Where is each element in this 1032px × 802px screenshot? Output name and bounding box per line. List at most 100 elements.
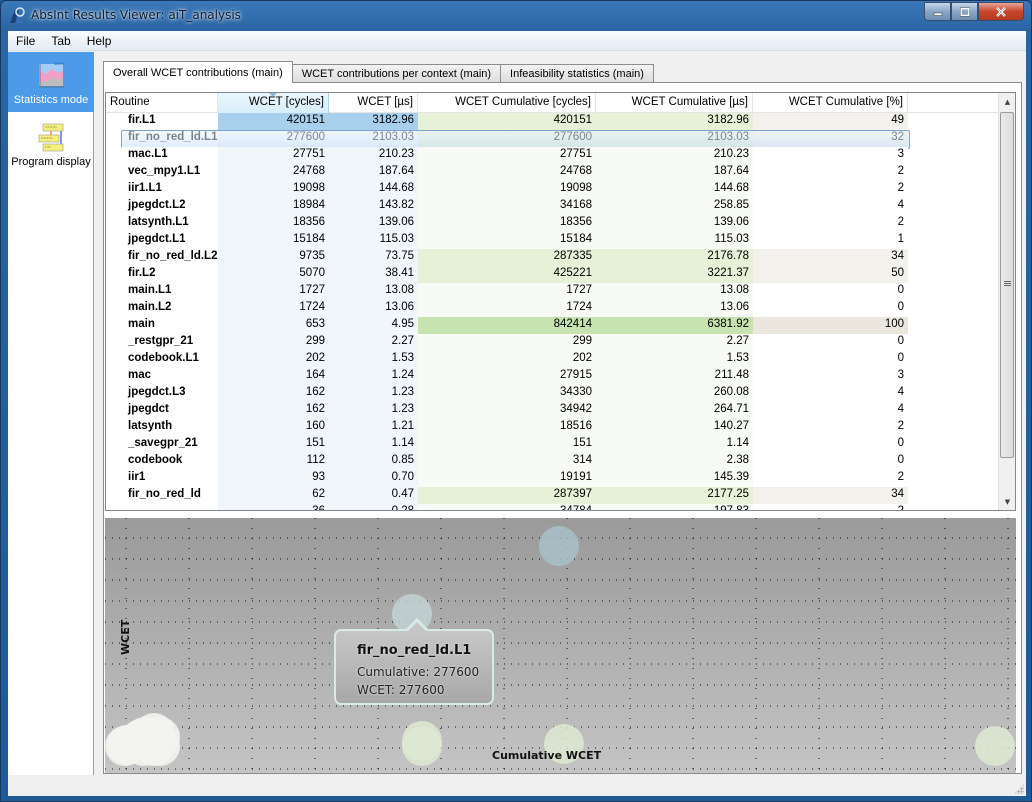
cum-pct-cell: 34 bbox=[753, 487, 908, 504]
menu-file[interactable]: File bbox=[8, 34, 43, 48]
filler-cell bbox=[908, 300, 999, 317]
routine-cell: codebook bbox=[106, 453, 218, 470]
table-row[interactable]: main.L1 1727 13.08 1727 13.08 0 bbox=[106, 283, 999, 300]
cum-us-cell: 258.85 bbox=[596, 198, 753, 215]
table-row[interactable]: jpegdct.L1 15184 115.03 15184 115.03 1 bbox=[106, 232, 999, 249]
wcet-cycles-cell: 162 bbox=[218, 402, 329, 419]
title-bar[interactable]: AbsInt Results Viewer: aiT_analysis bbox=[1, 1, 1031, 31]
scroll-up-button[interactable]: ▲ bbox=[999, 93, 1015, 110]
column-header-wcet-cumulative-cycles[interactable]: WCET Cumulative [cycles] bbox=[418, 93, 596, 113]
table-row[interactable]: mac.L1 27751 210.23 27751 210.23 3 bbox=[106, 147, 999, 164]
cum-cycles-cell: 842414 bbox=[418, 317, 596, 334]
routine-cell: jpegdct.L1 bbox=[106, 232, 218, 249]
table-row[interactable]: jpegdct 162 1.23 34942 264.71 4 bbox=[106, 402, 999, 419]
cum-us-cell: 115.03 bbox=[596, 232, 753, 249]
table-row[interactable]: fir_no_red_ld.L1 277600 2103.03 277600 2103.… bbox=[106, 130, 999, 149]
table-row[interactable]: iir1.L1 19098 144.68 19098 144.68 2 bbox=[106, 181, 999, 198]
cum-us-cell: 2.38 bbox=[596, 453, 753, 470]
column-header-label: WCET [cycles] bbox=[248, 96, 324, 108]
menu-help[interactable]: Help bbox=[79, 34, 120, 48]
sidebar-label: Program display bbox=[11, 156, 91, 168]
cum-pct-cell: 2 bbox=[753, 470, 908, 487]
table-row[interactable]: iir1 93 0.70 19191 145.39 2 bbox=[106, 470, 999, 487]
resize-grip-icon[interactable] bbox=[1014, 784, 1024, 794]
routine-cell: iir1.L1 bbox=[106, 181, 218, 198]
table-row[interactable]: main.L2 1724 13.06 1724 13.06 0 bbox=[106, 300, 999, 317]
routine-cell: fir_no_red_ld.L1 bbox=[106, 130, 218, 147]
cum-pct-cell: 34 bbox=[753, 249, 908, 266]
wcet-cycles-cell: 1724 bbox=[218, 300, 329, 317]
bubble-point[interactable] bbox=[539, 526, 579, 566]
cum-pct-cell: 2 bbox=[753, 164, 908, 181]
column-header-wcet-cumulative-percent[interactable]: WCET Cumulative [%] bbox=[753, 93, 908, 113]
table-row[interactable]: jpegdct.L2 18984 143.82 34168 258.85 4 bbox=[106, 198, 999, 215]
cum-cycles-cell: 18516 bbox=[418, 419, 596, 436]
table-row[interactable]: mac 164 1.24 27915 211.48 3 bbox=[106, 368, 999, 385]
table-row[interactable]: fir_no_red_ld 62 0.47 287397 2177.25 34 bbox=[106, 487, 999, 504]
cum-pct-cell: 2 bbox=[753, 419, 908, 436]
column-header-routine[interactable]: Routine bbox=[106, 93, 218, 113]
close-button[interactable] bbox=[978, 2, 1024, 21]
table-vertical-scrollbar[interactable]: ▲ ▼ bbox=[998, 93, 1015, 510]
cum-cycles-cell: 19191 bbox=[418, 470, 596, 487]
cum-pct-cell: 4 bbox=[753, 402, 908, 419]
tab-wcet-contributions-per-context[interactable]: WCET contributions per context (main) bbox=[291, 64, 502, 83]
table-row[interactable]: _savegpr_21 151 1.14 151 1.14 0 bbox=[106, 436, 999, 453]
wcet-cycles-cell: 24768 bbox=[218, 164, 329, 181]
table-row[interactable]: fir.L1 420151 3182.96 420151 3182.96 49 bbox=[106, 113, 999, 130]
wcet-us-cell: 2.27 bbox=[329, 334, 418, 351]
table-row[interactable]: codebook 112 0.85 314 2.38 0 bbox=[106, 453, 999, 470]
wcet-us-cell: 1.21 bbox=[329, 419, 418, 436]
table-row[interactable]: _restgpr_21 299 2.27 299 2.27 0 bbox=[106, 334, 999, 351]
minimize-button[interactable] bbox=[924, 2, 951, 21]
column-header-wcet-us[interactable]: WCET [µs] bbox=[329, 93, 418, 113]
cum-us-cell: 13.08 bbox=[596, 283, 753, 300]
maximize-button[interactable] bbox=[951, 2, 978, 21]
bubble-point[interactable] bbox=[402, 726, 442, 766]
column-header-wcet-cycles[interactable]: WCET [cycles] bbox=[218, 93, 329, 113]
sidebar-item-program-display[interactable]: Program display bbox=[8, 114, 94, 174]
table-row[interactable]: jpegdct.L3 162 1.23 34330 260.08 4 bbox=[106, 385, 999, 402]
bubble-point[interactable] bbox=[975, 726, 1015, 766]
routine-cell: jpegdct bbox=[106, 402, 218, 419]
cum-pct-cell: 0 bbox=[753, 453, 908, 470]
wcet-us-cell: 2103.03 bbox=[329, 130, 418, 147]
sidebar-item-statistics-mode[interactable]: 100% Statistics mode bbox=[8, 52, 94, 112]
cum-pct-cell: 50 bbox=[753, 266, 908, 283]
table-row[interactable]: latsynth 160 1.21 18516 140.27 2 bbox=[106, 419, 999, 436]
table-row[interactable]: codebook.L1 202 1.53 202 1.53 0 bbox=[106, 351, 999, 368]
cum-cycles-cell: 34784 bbox=[418, 504, 596, 510]
table-row[interactable]: ... 36 0.28 34784 197.83 2 bbox=[106, 504, 999, 510]
wcet-cycles-cell: 27751 bbox=[218, 147, 329, 164]
wcet-cycles-cell: 202 bbox=[218, 351, 329, 368]
bubble-point[interactable] bbox=[124, 726, 164, 766]
wcet-cycles-cell: 160 bbox=[218, 419, 329, 436]
chevron-up-icon: ▲ bbox=[1004, 97, 1011, 106]
tab-bar: Overall WCET contributions (main) WCET c… bbox=[103, 61, 654, 83]
cum-us-cell: 264.71 bbox=[596, 402, 753, 419]
wcet-us-cell: 1.53 bbox=[329, 351, 418, 368]
cum-pct-cell: 2 bbox=[753, 215, 908, 232]
cum-cycles-cell: 277600 bbox=[418, 130, 596, 147]
cum-cycles-cell: 24768 bbox=[418, 164, 596, 181]
tab-infeasibility-statistics[interactable]: Infeasibility statistics (main) bbox=[500, 64, 654, 83]
tab-overall-wcet-contributions[interactable]: Overall WCET contributions (main) bbox=[103, 61, 293, 83]
routine-cell: fir_no_red_ld bbox=[106, 487, 218, 504]
cum-pct-cell: 4 bbox=[753, 385, 908, 402]
routine-cell: jpegdct.L3 bbox=[106, 385, 218, 402]
filler-cell bbox=[908, 385, 999, 402]
table-row[interactable]: latsynth.L1 18356 139.06 18356 139.06 2 bbox=[106, 215, 999, 232]
routine-cell: mac bbox=[106, 368, 218, 385]
wcet-us-cell: 143.82 bbox=[329, 198, 418, 215]
filler-cell bbox=[908, 215, 999, 232]
column-header-wcet-cumulative-us[interactable]: WCET Cumulative [µs] bbox=[596, 93, 753, 113]
table-row[interactable]: fir.L2 5070 38.41 425221 3221.37 50 bbox=[106, 266, 999, 283]
scrollbar-thumb[interactable] bbox=[1000, 112, 1014, 458]
menu-tab[interactable]: Tab bbox=[43, 34, 78, 48]
table-row[interactable]: fir_no_red_ld.L2 9735 73.75 287335 2176.78 34 bbox=[106, 249, 999, 266]
wcet-cycles-cell: 9735 bbox=[218, 249, 329, 266]
table-row[interactable]: main 653 4.95 842414 6381.92 100 bbox=[106, 317, 999, 334]
scroll-down-button[interactable]: ▼ bbox=[999, 493, 1015, 510]
table-row[interactable]: vec_mpy1.L1 24768 187.64 24768 187.64 2 bbox=[106, 164, 999, 181]
cum-us-cell: 2103.03 bbox=[596, 130, 753, 147]
